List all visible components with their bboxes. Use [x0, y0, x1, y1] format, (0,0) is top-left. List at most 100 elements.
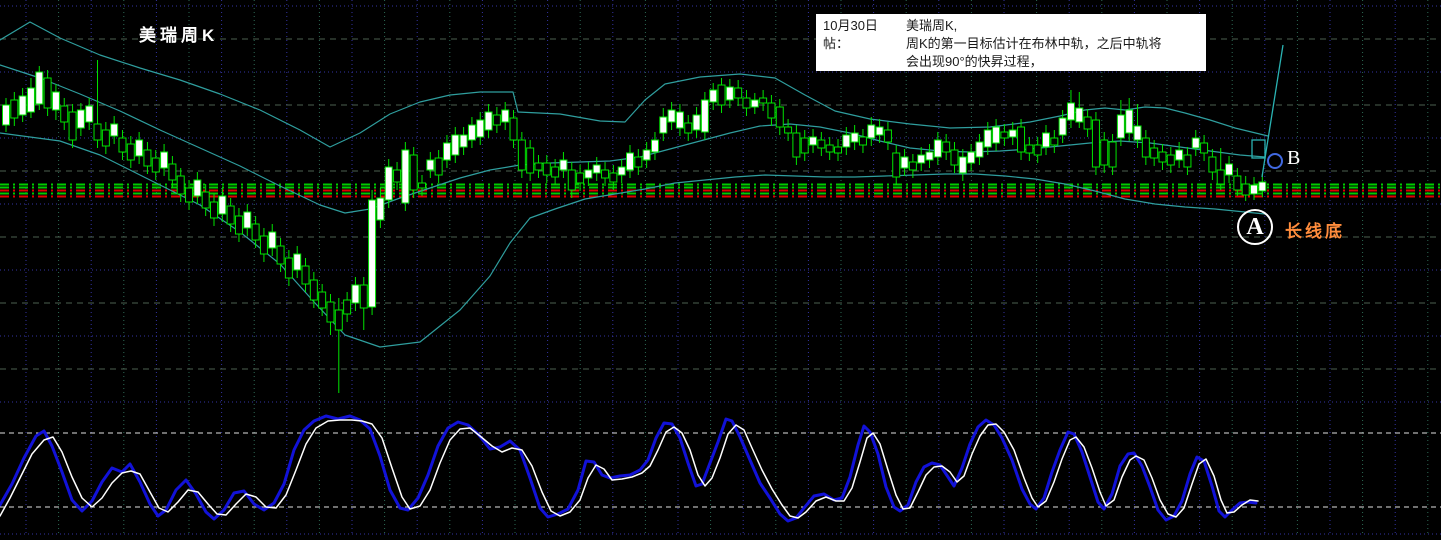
candle-body [767, 102, 776, 119]
candle-body [426, 159, 435, 171]
candle-body [1241, 183, 1250, 196]
candle-body [967, 151, 976, 164]
candle-body [1216, 169, 1225, 185]
candle-body [526, 147, 535, 174]
candle-body [1250, 184, 1258, 195]
candle-body [992, 126, 1001, 144]
candle-body [351, 284, 360, 304]
note-date: 10月30日 [823, 18, 878, 33]
chart-title: 美瑞周K [139, 26, 219, 45]
candle-body [143, 149, 152, 167]
candle-body [1083, 116, 1092, 130]
candle-body [118, 137, 127, 153]
marker-b-circle-icon[interactable] [1267, 153, 1283, 169]
candle-body [784, 126, 793, 134]
candle-body [1200, 142, 1209, 154]
candle-body [434, 157, 443, 176]
grid-layer [0, 0, 1441, 535]
candle-body [601, 169, 610, 179]
candle-body [684, 122, 693, 134]
candle-body [634, 156, 643, 168]
note-post-label: 帖： [823, 36, 850, 51]
candle-body [1042, 132, 1050, 148]
candle-body [750, 99, 759, 108]
candle-body [975, 141, 984, 158]
candle-body [650, 139, 659, 153]
candle-body [709, 89, 718, 103]
candle-body [451, 134, 460, 156]
candle-body [742, 97, 751, 109]
candle-body [617, 166, 626, 176]
candle-body [251, 223, 260, 241]
candle-body [567, 169, 576, 191]
candle-body [1208, 156, 1217, 173]
candle-body [800, 137, 809, 154]
candle-body [559, 159, 568, 171]
candle-body [343, 299, 352, 315]
candle-body [900, 156, 909, 169]
candle-body [1233, 175, 1242, 191]
candle-body [76, 109, 85, 129]
candle-body [842, 134, 851, 148]
candle-body [193, 179, 202, 197]
candle-body [484, 111, 493, 131]
candle-body [1225, 163, 1234, 176]
candle-body [1125, 109, 1134, 134]
candle-body [817, 139, 826, 149]
candle-body [492, 114, 501, 126]
candle-body [135, 139, 144, 157]
chart-canvas[interactable] [0, 0, 1441, 540]
annotation-note-box[interactable]: 10月30日 帖： 美瑞周K, 周K的第一目标估计在布林中轨，之后中轨将 会出现… [816, 14, 1206, 71]
candle-body [409, 154, 418, 191]
candle-body [1058, 117, 1067, 136]
candle-body [293, 253, 302, 271]
candle-body [276, 245, 285, 265]
candle-body [892, 152, 901, 178]
candle-body [1166, 154, 1175, 166]
long-term-bottom-caption: 长线底 [1285, 222, 1345, 241]
candle-body [326, 301, 335, 323]
candle-body [1017, 126, 1026, 153]
candle-body [418, 182, 426, 189]
candle-body [883, 129, 892, 143]
candle-body [1066, 102, 1075, 121]
candle-body [942, 141, 951, 153]
candle-body [93, 123, 102, 141]
marker-b-label: B [1287, 147, 1301, 169]
candle-body [675, 111, 684, 129]
candle-body [775, 106, 784, 128]
marker-a-label: A [1246, 213, 1264, 240]
candle-body [792, 132, 801, 158]
support-resistance-level-lines[interactable] [0, 183, 1441, 198]
candle-body [110, 123, 119, 137]
candle-body [126, 143, 135, 161]
candle-body [234, 215, 243, 235]
candle-body [185, 187, 194, 203]
candle-body [393, 169, 402, 183]
candle-body [867, 124, 876, 139]
candle-body [809, 136, 818, 146]
candle-body [1050, 137, 1059, 146]
candle-body [1116, 114, 1125, 139]
candle-body [576, 172, 585, 184]
candle-body [875, 126, 884, 136]
candle-body [1033, 144, 1042, 156]
projection-rectangle[interactable] [1251, 139, 1266, 159]
note-line-3: 会出现90°的快昇过程， [906, 54, 1043, 69]
candle-body [825, 144, 834, 153]
candle-body [176, 175, 185, 195]
candle-body [467, 124, 476, 141]
chart-app-window: 美瑞周K 10月30日 帖： 美瑞周K, 周K的第一目标估计在布林中轨，之后中轨… [0, 0, 1441, 540]
candle-body [1150, 147, 1159, 159]
candle-body [359, 284, 368, 309]
candle-body [609, 172, 618, 183]
candle-body [551, 166, 560, 178]
candle-body [1025, 144, 1034, 154]
candle-body [459, 134, 468, 148]
candle-body [368, 199, 377, 308]
candle-body [210, 201, 218, 219]
candle-body [384, 166, 393, 201]
candle-body [917, 154, 926, 164]
marker-a-circle-icon[interactable]: A [1237, 209, 1273, 245]
candle-body [584, 169, 593, 179]
